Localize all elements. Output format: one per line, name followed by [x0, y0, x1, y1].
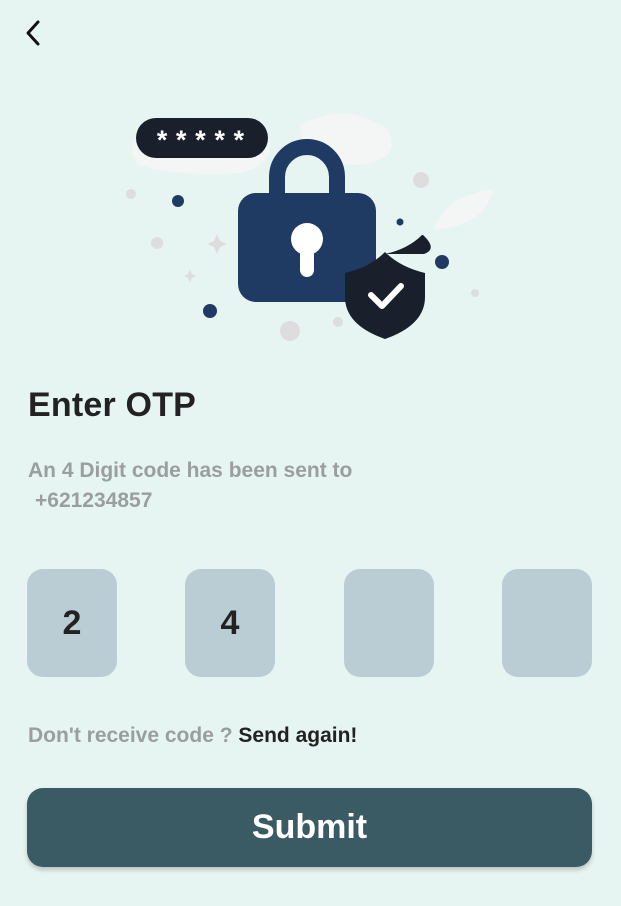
dot-decoration: [333, 317, 343, 327]
security-illustration: *****: [126, 113, 493, 341]
dot-decoration: [435, 255, 449, 269]
otp-digit-2[interactable]: 4: [185, 569, 275, 677]
instruction-text: An 4 Digit code has been sent to: [28, 459, 353, 482]
sparkle-icon: [207, 234, 227, 254]
password-mask: *****: [154, 129, 250, 159]
sparkle-icon: [184, 270, 196, 282]
dot-decoration: [126, 189, 136, 199]
dot-decoration: [151, 237, 163, 249]
cloud-shape: [300, 113, 392, 165]
submit-button[interactable]: Submit: [27, 788, 592, 867]
dot-decoration: [172, 195, 184, 207]
leaf-shape: [433, 190, 493, 230]
otp-input-group: 2 4: [27, 569, 592, 677]
send-again-link[interactable]: Send again!: [238, 724, 357, 747]
resend-prompt: Don't receive code ? Send again!: [28, 724, 357, 748]
dot-decoration: [280, 321, 300, 341]
dot-decoration: [203, 304, 217, 318]
dot-decoration: [413, 172, 429, 188]
otp-instructions: An 4 Digit code has been sent to +621234…: [28, 456, 488, 516]
otp-digit-1[interactable]: 2: [27, 569, 117, 677]
page-title: Enter OTP: [28, 386, 197, 424]
resend-question: Don't receive code ?: [28, 724, 233, 747]
back-button[interactable]: [14, 14, 52, 52]
otp-digit-3[interactable]: [344, 569, 434, 677]
dot-decoration: [396, 218, 404, 226]
dot-decoration: [471, 289, 479, 297]
phone-number: +621234857: [35, 489, 153, 512]
otp-digit-4[interactable]: [502, 569, 592, 677]
chevron-left-icon: [26, 20, 40, 46]
